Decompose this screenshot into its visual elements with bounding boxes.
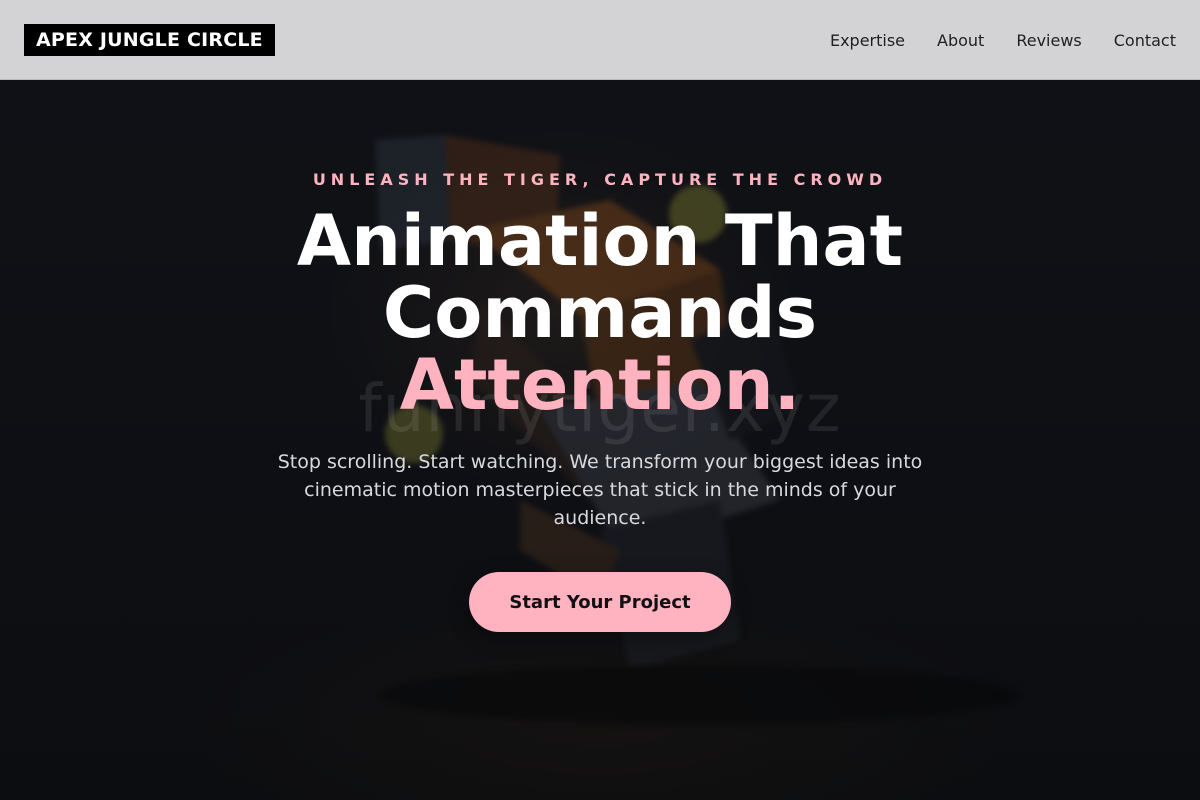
- nav-link-expertise[interactable]: Expertise: [830, 31, 905, 50]
- nav-link-about[interactable]: About: [937, 31, 984, 50]
- start-project-button[interactable]: Start Your Project: [469, 572, 731, 632]
- site-header: APEX JUNGLE CIRCLE Expertise About Revie…: [0, 0, 1200, 80]
- hero-section: funnytiger.xyz UNLEASH THE TIGER, CAPTUR…: [0, 80, 1200, 800]
- hero-subtext: Stop scrolling. Start watching. We trans…: [277, 451, 923, 529]
- headline-line-1: Animation That: [296, 200, 904, 282]
- hero-eyebrow: UNLEASH THE TIGER, CAPTURE THE CROWD: [312, 170, 888, 189]
- headline-line-2: Commands: [382, 272, 818, 354]
- nav-link-reviews[interactable]: Reviews: [1016, 31, 1081, 50]
- main-nav: Expertise About Reviews Contact: [830, 0, 1176, 80]
- logo[interactable]: APEX JUNGLE CIRCLE: [24, 24, 275, 56]
- headline-accent: Attention.: [399, 344, 801, 426]
- hero-content: UNLEASH THE TIGER, CAPTURE THE CROWD Ani…: [0, 80, 1200, 800]
- landing-page: APEX JUNGLE CIRCLE Expertise About Revie…: [0, 0, 1200, 800]
- nav-link-contact[interactable]: Contact: [1114, 31, 1176, 50]
- hero-headline: Animation That Commands Attention.: [0, 205, 1200, 421]
